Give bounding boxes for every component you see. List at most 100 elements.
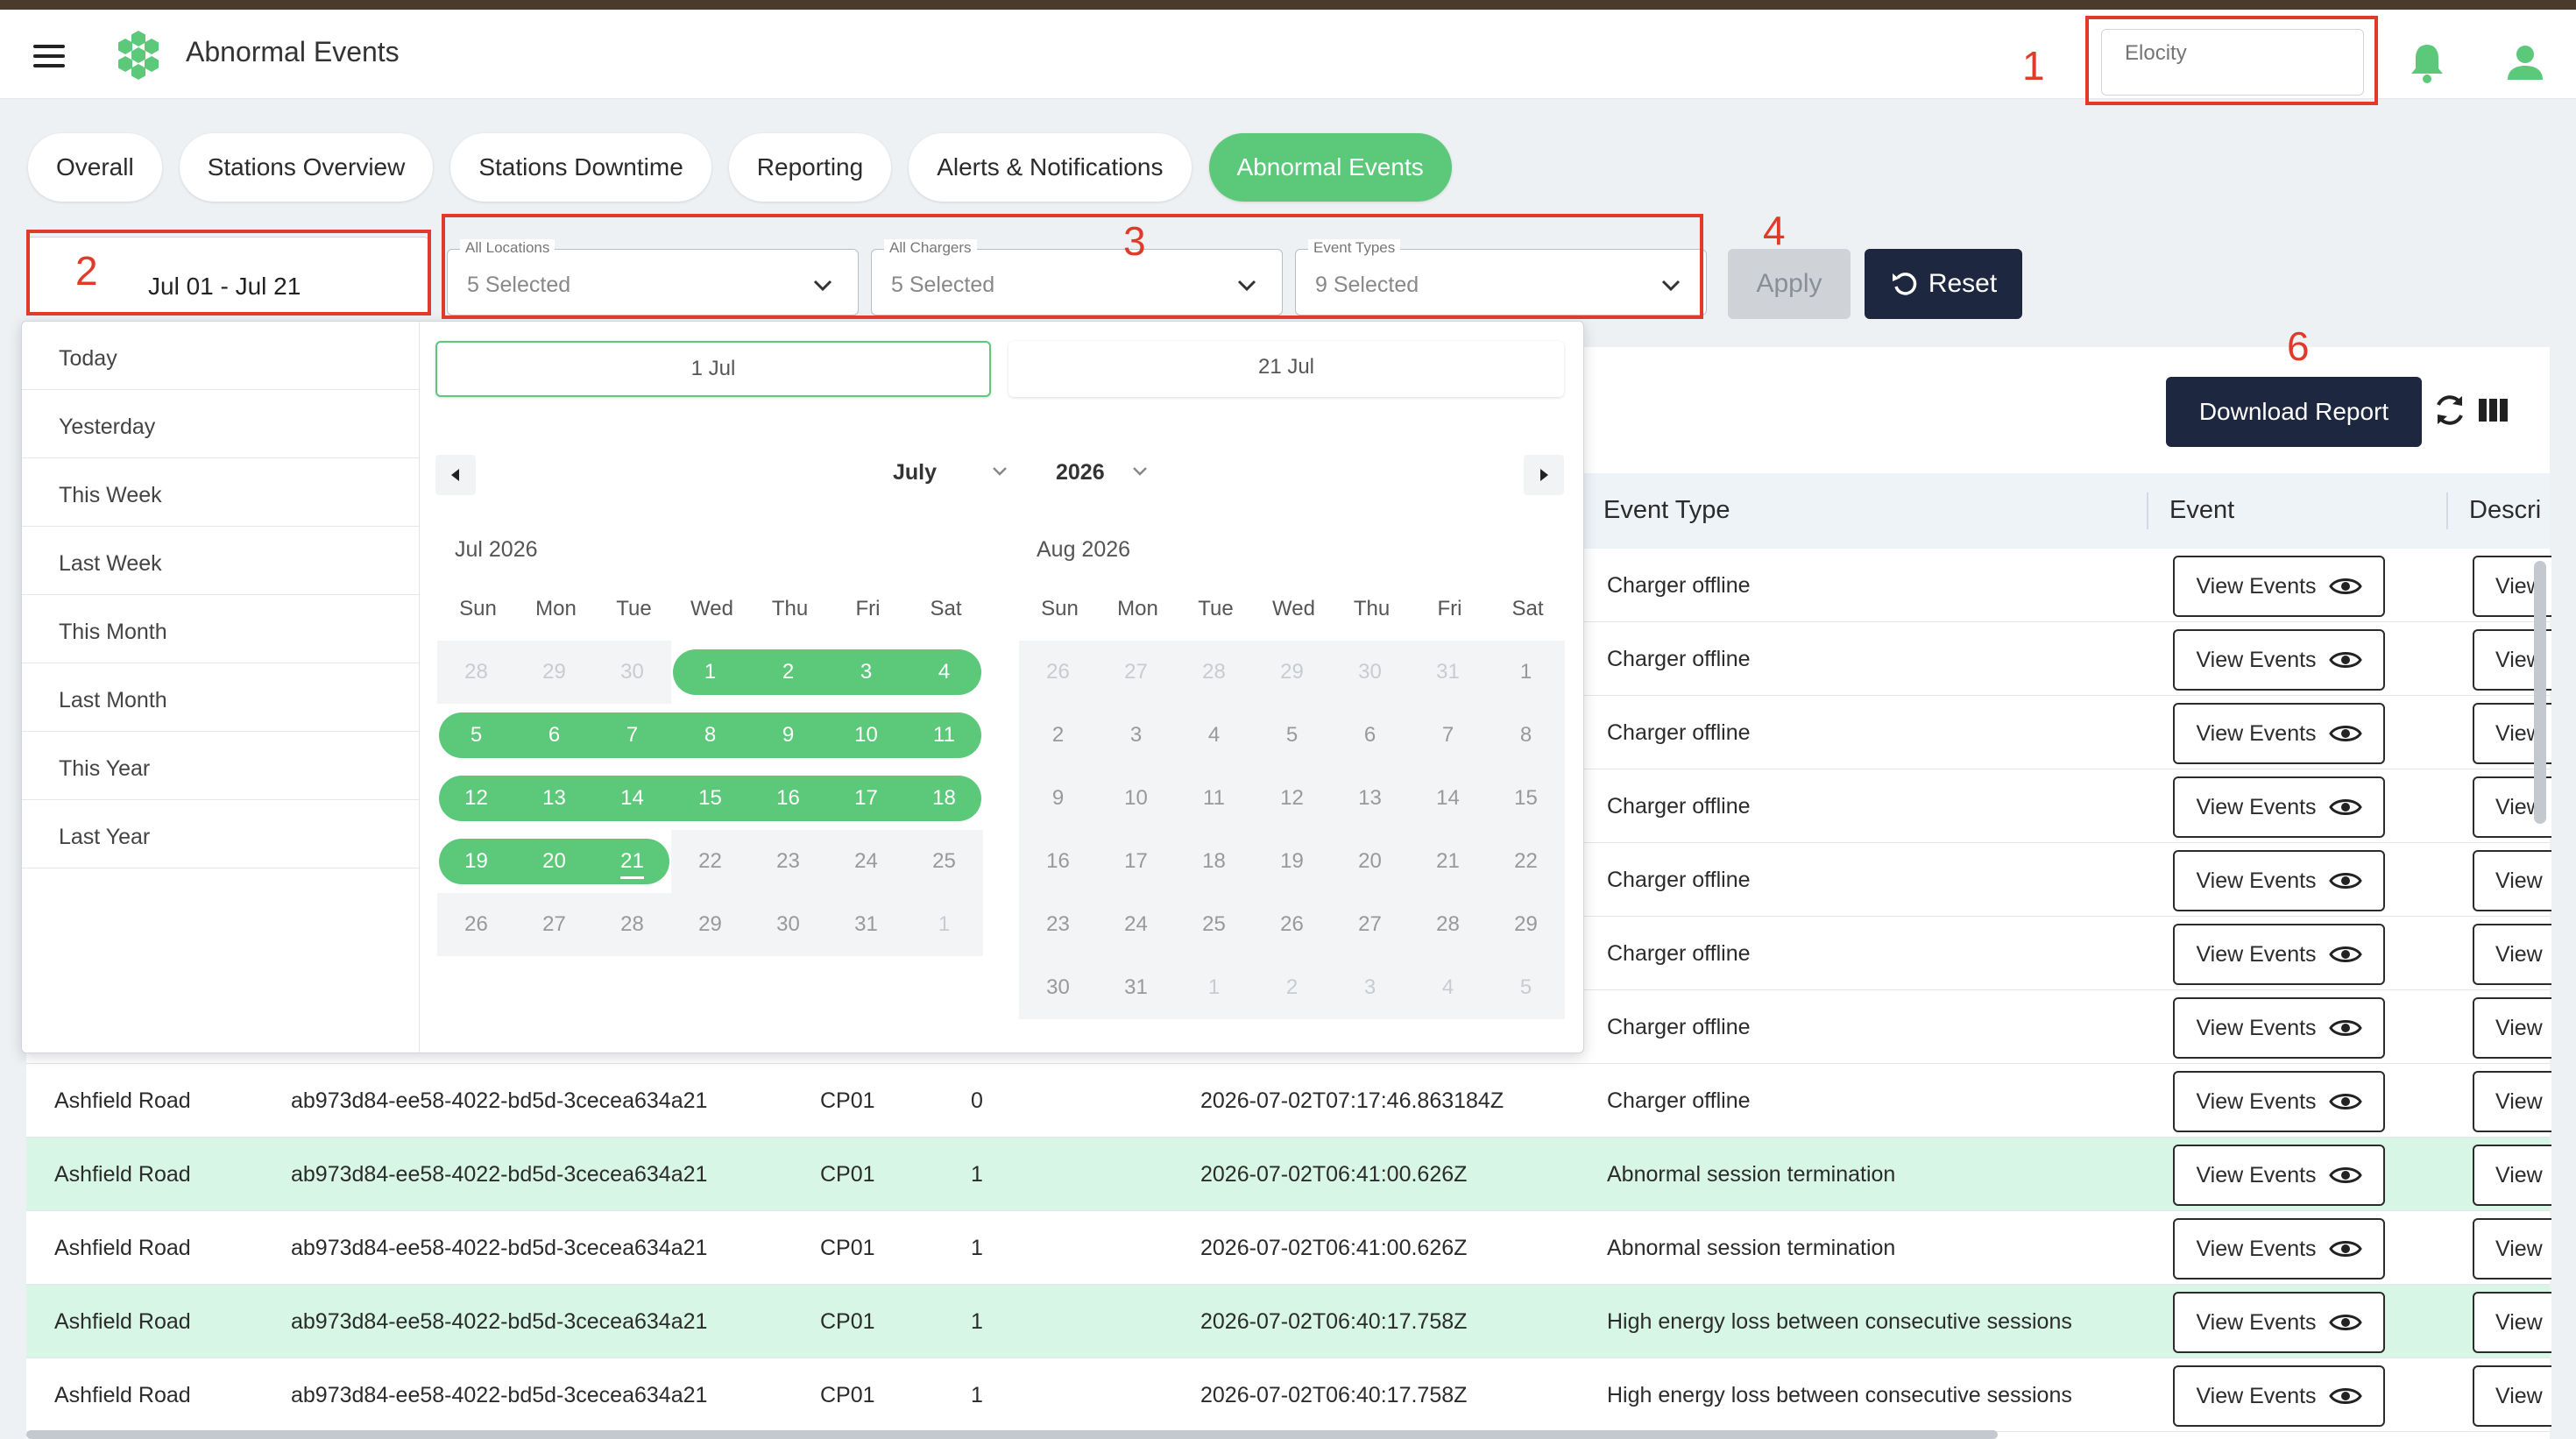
calendar-day[interactable]: 7 [1409, 704, 1487, 767]
calendar-day[interactable]: 8 [1487, 704, 1565, 767]
calendar-day[interactable]: 24 [827, 830, 905, 893]
calendar-day[interactable]: 28 [1409, 893, 1487, 956]
tab-alerts-notifications[interactable]: Alerts & Notifications [909, 133, 1192, 202]
calendar-day[interactable]: 29 [1253, 641, 1331, 704]
calendar-day[interactable]: 4 [905, 641, 983, 704]
calendar-day[interactable]: 26 [1253, 893, 1331, 956]
header-event[interactable]: Event [2169, 496, 2234, 525]
calendar-day[interactable]: 1 [671, 641, 749, 704]
preset-last-year[interactable]: Last Year [22, 800, 419, 868]
calendar-day[interactable]: 30 [593, 641, 671, 704]
calendar-day[interactable]: 9 [1019, 767, 1097, 830]
calendar-day[interactable]: 10 [827, 704, 905, 767]
calendar-day[interactable]: 15 [671, 767, 749, 830]
end-date-box[interactable]: 21 Jul [1008, 341, 1564, 397]
view-events-button[interactable]: View Events [2173, 850, 2385, 911]
calendar-day[interactable]: 24 [1097, 893, 1175, 956]
calendar-day[interactable]: 13 [1331, 767, 1409, 830]
calendar-day[interactable]: 6 [1331, 704, 1409, 767]
calendar-day[interactable]: 26 [1019, 641, 1097, 704]
calendar-day[interactable]: 2 [1253, 956, 1331, 1019]
view-events-button[interactable]: View Events [2173, 1365, 2385, 1427]
calendar-day[interactable]: 26 [437, 893, 515, 956]
calendar-day[interactable]: 21 [1409, 830, 1487, 893]
preset-this-week[interactable]: This Week [22, 458, 419, 527]
calendar-day[interactable]: 12 [437, 767, 515, 830]
preset-this-month[interactable]: This Month [22, 595, 419, 663]
calendar-day[interactable]: 22 [1487, 830, 1565, 893]
calendar-day[interactable]: 5 [1253, 704, 1331, 767]
calendar-day[interactable]: 25 [1175, 893, 1253, 956]
calendar-day[interactable]: 30 [1331, 641, 1409, 704]
horizontal-scrollbar[interactable] [26, 1430, 1998, 1439]
month-select[interactable]: July [893, 460, 937, 486]
calendar-day[interactable]: 1 [1175, 956, 1253, 1019]
calendar-day[interactable]: 23 [1019, 893, 1097, 956]
calendar-day[interactable]: 10 [1097, 767, 1175, 830]
calendar-day[interactable]: 11 [1175, 767, 1253, 830]
calendar-day[interactable]: 2 [1019, 704, 1097, 767]
tab-stations-overview[interactable]: Stations Overview [179, 133, 434, 202]
calendar-day[interactable]: 23 [749, 830, 827, 893]
calendar-day[interactable]: 30 [749, 893, 827, 956]
view-description-button[interactable]: View [2473, 1292, 2551, 1353]
calendar-day[interactable]: 2 [749, 641, 827, 704]
calendar-day[interactable]: 28 [1175, 641, 1253, 704]
tab-stations-downtime[interactable]: Stations Downtime [450, 133, 711, 202]
calendar-day[interactable]: 29 [1487, 893, 1565, 956]
view-description-button[interactable]: View [2473, 1145, 2551, 1206]
calendar-day[interactable]: 8 [671, 704, 749, 767]
calendar-day[interactable]: 17 [1097, 830, 1175, 893]
calendar-day[interactable]: 14 [593, 767, 671, 830]
view-events-button[interactable]: View Events [2173, 556, 2385, 617]
view-description-button[interactable]: View [2473, 1071, 2551, 1132]
view-description-button[interactable]: View [2473, 850, 2551, 911]
calendar-day[interactable]: 7 [593, 704, 671, 767]
prev-month-button[interactable] [435, 455, 476, 495]
calendar-day[interactable]: 4 [1175, 704, 1253, 767]
calendar-day[interactable]: 21 [593, 830, 671, 893]
menu-icon[interactable] [33, 45, 65, 67]
calendar-day[interactable]: 14 [1409, 767, 1487, 830]
view-events-button[interactable]: View Events [2173, 703, 2385, 764]
column-separator[interactable] [2147, 493, 2148, 529]
calendar-day[interactable]: 28 [437, 641, 515, 704]
calendar-day[interactable]: 3 [1331, 956, 1409, 1019]
view-description-button[interactable]: View [2473, 1218, 2551, 1280]
view-events-button[interactable]: View Events [2173, 1145, 2385, 1206]
column-separator[interactable] [2446, 493, 2448, 529]
calendar-day[interactable]: 3 [1097, 704, 1175, 767]
calendar-day[interactable]: 28 [593, 893, 671, 956]
calendar-day[interactable]: 31 [1409, 641, 1487, 704]
apply-button[interactable]: Apply [1728, 249, 1851, 319]
view-events-button[interactable]: View Events [2173, 776, 2385, 838]
calendar-day[interactable]: 1 [1487, 641, 1565, 704]
reset-button[interactable]: Reset [1865, 249, 2022, 319]
view-description-button[interactable]: View [2473, 924, 2551, 985]
header-event-type[interactable]: Event Type [1603, 496, 1730, 525]
calendar-day[interactable]: 27 [1097, 641, 1175, 704]
calendar-day[interactable]: 29 [671, 893, 749, 956]
preset-last-month[interactable]: Last Month [22, 663, 419, 732]
view-description-button[interactable]: View [2473, 1365, 2551, 1427]
view-events-button[interactable]: View Events [2173, 997, 2385, 1059]
view-events-button[interactable]: View Events [2173, 1071, 2385, 1132]
year-select[interactable]: 2026 [1056, 460, 1105, 486]
start-date-box[interactable]: 1 Jul [435, 341, 991, 397]
tab-overall[interactable]: Overall [28, 133, 162, 202]
calendar-day[interactable]: 3 [827, 641, 905, 704]
calendar-day[interactable]: 12 [1253, 767, 1331, 830]
calendar-day[interactable]: 19 [437, 830, 515, 893]
preset-today[interactable]: Today [22, 322, 419, 390]
calendar-day[interactable]: 16 [749, 767, 827, 830]
calendar-day[interactable]: 18 [905, 767, 983, 830]
calendar-day[interactable]: 22 [671, 830, 749, 893]
calendar-day[interactable]: 19 [1253, 830, 1331, 893]
view-events-button[interactable]: View Events [2173, 924, 2385, 985]
refresh-icon[interactable] [2432, 391, 2467, 429]
header-description[interactable]: Descri [2469, 496, 2541, 525]
tab-reporting[interactable]: Reporting [728, 133, 892, 202]
calendar-day[interactable]: 20 [1331, 830, 1409, 893]
view-events-button[interactable]: View Events [2173, 629, 2385, 691]
calendar-day[interactable]: 5 [1487, 956, 1565, 1019]
